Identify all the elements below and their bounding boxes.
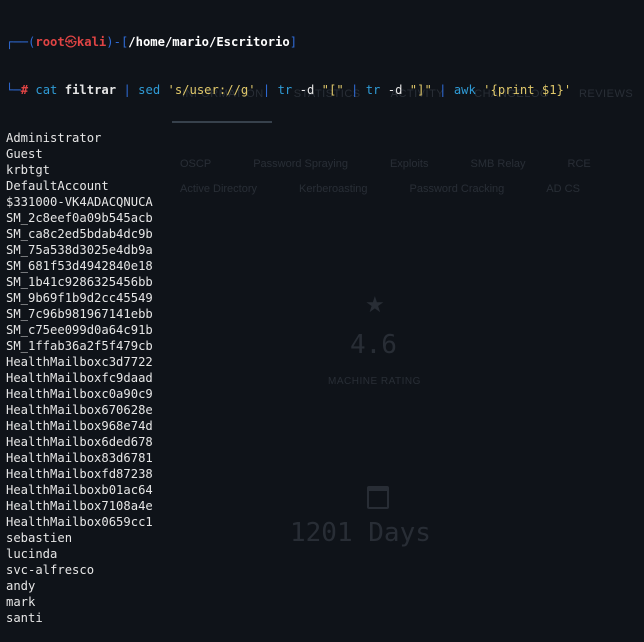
command-file: filtrar: [64, 83, 117, 97]
output-line: svc-alfresco: [6, 563, 95, 577]
output-line: HealthMailboxfd87238: [6, 467, 153, 481]
output-line: SM_1ffab36a2f5f479cb: [6, 339, 153, 353]
output-line: SM_9b69f1b9d2cc45549: [6, 291, 153, 305]
command-tr: tr: [365, 83, 381, 97]
command-line[interactable]: └─# cat filtrar | sed 's/user://g' | tr …: [6, 82, 644, 98]
skull-icon: ㉿: [64, 35, 77, 49]
output-line: Administrator: [6, 131, 102, 145]
prompt-user: root: [35, 35, 65, 49]
output-line: HealthMailboxfc9daad: [6, 371, 153, 385]
output-line: HealthMailboxc0a90c9: [6, 387, 153, 401]
output-line: DefaultAccount: [6, 179, 109, 193]
output-line: santi: [6, 611, 43, 625]
output-line: SM_75a538d3025e4db9a: [6, 243, 153, 257]
command-awk: awk: [453, 83, 476, 97]
output-line: sebastien: [6, 531, 73, 545]
output-line: HealthMailbox6ded678: [6, 435, 153, 449]
output-line: lucinda: [6, 547, 58, 561]
output-line: SM_2c8eef0a09b545acb: [6, 211, 153, 225]
output-line: andy: [6, 579, 36, 593]
prompt-corner-bottom: └─: [6, 83, 21, 97]
command-tr-flag: -d: [387, 83, 403, 97]
output-line: SM_681f53d4942840e18: [6, 259, 153, 273]
command-pipe: |: [123, 83, 131, 97]
output-line: HealthMailboxc3d7722: [6, 355, 153, 369]
output-line: SM_1b41c9286325456bb: [6, 275, 153, 289]
prompt-corner-top: ┌──(: [6, 35, 36, 49]
output-line: HealthMailbox670628e: [6, 403, 153, 417]
output-line: HealthMailboxb01ac64: [6, 483, 153, 497]
command-pipe: |: [351, 83, 359, 97]
prompt-path: /home/mario/Escritorio: [128, 35, 290, 49]
prompt-host: kali: [76, 35, 107, 49]
command-tr: tr: [277, 83, 293, 97]
output-line: mark: [6, 595, 36, 609]
output-line: HealthMailbox0659cc1: [6, 515, 153, 529]
output-line: SM_c75ee099d0a64c91b: [6, 323, 153, 337]
command-pipe: |: [439, 83, 447, 97]
output-line: Guest: [6, 147, 43, 161]
command-awk-arg: '{print $1}': [483, 83, 572, 97]
command-cat: cat: [35, 83, 58, 97]
prompt-path-end: ]: [289, 35, 298, 49]
output-line: HealthMailbox83d6781: [6, 451, 153, 465]
output-line: $331000-VK4ADACQNUCA: [6, 195, 153, 209]
command-tr-arg: "[": [321, 83, 344, 97]
command-output: Administrator Guest krbtgt DefaultAccount $3…: [6, 130, 644, 626]
output-line: HealthMailbox968e74d: [6, 419, 153, 433]
command-pipe: |: [262, 83, 271, 97]
command-sed-arg: 's/user://g': [167, 83, 256, 97]
command-tr-flag: -d: [299, 83, 315, 97]
output-line: SM_7c96b981967141ebb: [6, 307, 153, 321]
prompt-separator: )-[: [106, 35, 129, 49]
prompt-hash: #: [20, 83, 29, 97]
prompt-header: ┌──(root㉿kali)-[/home/mario/Escritorio]: [6, 34, 644, 50]
output-line: SM_ca8c2ed5bdab4dc9b: [6, 227, 153, 241]
terminal-output[interactable]: ┌──(root㉿kali)-[/home/mario/Escritorio] …: [6, 2, 644, 642]
output-line: HealthMailbox7108a4e: [6, 499, 153, 513]
command-tr-arg: "]": [409, 83, 432, 97]
command-sed: sed: [138, 83, 161, 97]
output-line: krbtgt: [6, 163, 51, 177]
